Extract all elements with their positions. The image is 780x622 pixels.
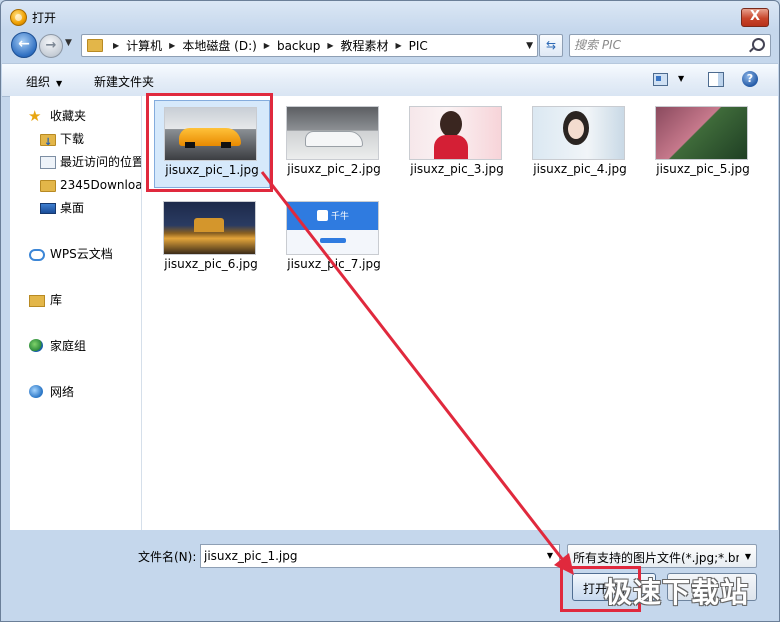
watermark: 极速下载站 bbox=[604, 576, 750, 609]
download-folder-icon bbox=[40, 133, 56, 153]
breadcrumb-backup[interactable]: backup bbox=[277, 39, 320, 53]
address-dropdown-icon[interactable]: ▼ bbox=[526, 41, 533, 51]
breadcrumb-computer[interactable]: 计算机 bbox=[126, 37, 162, 54]
recent-places-icon bbox=[40, 156, 56, 169]
sidebar-item-label: WPS云文档 bbox=[50, 247, 113, 261]
file-type-value: 所有支持的图片文件(*.jpg;*.bn bbox=[573, 551, 739, 565]
sidebar-item-downloads[interactable]: 下载 bbox=[10, 129, 141, 153]
sidebar-item-label: 桌面 bbox=[60, 201, 85, 215]
image-thumbnail bbox=[286, 106, 379, 160]
search-icon[interactable] bbox=[752, 38, 765, 51]
chevron-down-icon[interactable]: ▼ bbox=[547, 551, 553, 560]
network-icon bbox=[29, 385, 43, 398]
image-thumbnail bbox=[163, 201, 256, 255]
sidebar-item-desktop[interactable]: 桌面 bbox=[10, 198, 141, 218]
breadcrumb-pic[interactable]: PIC bbox=[409, 39, 428, 53]
breadcrumb-tutorial-material[interactable]: 教程素材 bbox=[340, 37, 388, 54]
image-thumbnail bbox=[655, 106, 748, 160]
title-bar: 打开 X bbox=[1, 1, 779, 31]
chevron-down-icon: ▼ bbox=[744, 552, 751, 561]
sidebar-item-label: 网络 bbox=[50, 385, 75, 399]
file-tile[interactable]: jisuxz_pic_6.jpg bbox=[154, 195, 268, 281]
chevron-right-icon[interactable]: ▶ bbox=[327, 41, 333, 50]
sidebar-item-label: 下载 bbox=[60, 132, 85, 146]
organize-menu[interactable]: 组织 ▼ bbox=[26, 73, 62, 90]
file-tile[interactable]: 千牛 jisuxz_pic_7.jpg bbox=[277, 195, 391, 281]
forward-button[interactable]: → bbox=[39, 34, 63, 58]
file-name: jisuxz_pic_4.jpg bbox=[533, 162, 627, 176]
sidebar-item-label: 收藏夹 bbox=[50, 109, 87, 123]
file-tile[interactable]: jisuxz_pic_2.jpg bbox=[277, 100, 391, 186]
folder-icon bbox=[40, 180, 56, 192]
folder-icon bbox=[87, 39, 103, 52]
sidebar-item-2345downloads[interactable]: 2345Downloads bbox=[10, 175, 141, 195]
star-icon: ★ bbox=[28, 107, 42, 125]
image-thumbnail bbox=[532, 106, 625, 160]
logo-icon bbox=[317, 210, 328, 221]
change-view-icon[interactable] bbox=[653, 73, 668, 86]
sidebar-item-label: 最近访问的位置 bbox=[60, 155, 142, 169]
chevron-right-icon[interactable]: ▶ bbox=[169, 41, 175, 50]
desktop-icon bbox=[40, 203, 56, 214]
view-dropdown-icon[interactable]: ▼ bbox=[678, 74, 684, 83]
cloud-icon bbox=[29, 249, 45, 261]
image-thumbnail bbox=[409, 106, 502, 160]
file-name: jisuxz_pic_2.jpg bbox=[287, 162, 381, 176]
sidebar-item-homegroup[interactable]: 家庭组 bbox=[10, 336, 141, 356]
image-thumbnail: 千牛 bbox=[286, 201, 379, 255]
chevron-down-icon: ▼ bbox=[56, 79, 63, 88]
filename-input[interactable] bbox=[204, 548, 534, 564]
homegroup-icon bbox=[29, 339, 43, 352]
sidebar-item-network[interactable]: 网络 bbox=[10, 382, 141, 402]
sidebar-item-label: 库 bbox=[50, 293, 63, 307]
chevron-right-icon[interactable]: ▶ bbox=[396, 41, 402, 50]
command-toolbar: 组织 ▼ 新建文件夹 ▼ ? bbox=[2, 63, 778, 97]
app-icon bbox=[10, 9, 27, 26]
navigation-bar: ← → ▼ ▶ 计算机 ▶ 本地磁盘 (D:) ▶ backup ▶ 教程素材 … bbox=[1, 31, 779, 59]
file-list-pane: jisuxz_pic_1.jpg jisuxz_pic_2.jpg jisuxz… bbox=[142, 96, 778, 530]
back-button[interactable]: ← bbox=[11, 32, 37, 58]
sidebar-item-label: 2345Downloads bbox=[60, 178, 142, 192]
breadcrumb: ▶ 计算机 ▶ 本地磁盘 (D:) ▶ backup ▶ 教程素材 ▶ PIC bbox=[106, 35, 428, 56]
search-box[interactable] bbox=[569, 34, 771, 57]
history-dropdown-icon[interactable]: ▼ bbox=[65, 38, 72, 48]
file-name: jisuxz_pic_5.jpg bbox=[656, 162, 750, 176]
preview-pane-icon[interactable] bbox=[708, 72, 724, 87]
thumbnail-text: 千牛 bbox=[331, 212, 350, 222]
file-name: jisuxz_pic_1.jpg bbox=[165, 163, 259, 177]
chevron-right-icon[interactable]: ▶ bbox=[113, 41, 119, 50]
sidebar-item-libraries[interactable]: 库 bbox=[10, 290, 141, 310]
search-input[interactable] bbox=[574, 37, 744, 53]
image-thumbnail bbox=[164, 107, 257, 161]
refresh-button[interactable]: ⇆ bbox=[539, 34, 563, 57]
file-tile[interactable]: jisuxz_pic_1.jpg bbox=[154, 100, 270, 188]
sidebar-item-wps-cloud[interactable]: WPS云文档 bbox=[10, 244, 141, 264]
close-button[interactable]: X bbox=[741, 8, 769, 27]
address-bar[interactable]: ▶ 计算机 ▶ 本地磁盘 (D:) ▶ backup ▶ 教程素材 ▶ PIC … bbox=[81, 34, 538, 57]
file-tile[interactable]: jisuxz_pic_4.jpg bbox=[523, 100, 637, 186]
thumbnail-button-shape bbox=[320, 238, 346, 243]
file-tile[interactable]: jisuxz_pic_5.jpg bbox=[646, 100, 760, 186]
navigation-pane: ★ 收藏夹 下载 最近访问的位置 2345Downloads 桌面 WPS云文档… bbox=[10, 96, 142, 530]
chevron-right-icon[interactable]: ▶ bbox=[264, 41, 270, 50]
file-type-select[interactable]: 所有支持的图片文件(*.jpg;*.bn ▼ bbox=[567, 544, 757, 568]
open-file-dialog: 打开 X ← → ▼ ▶ 计算机 ▶ 本地磁盘 (D:) ▶ backup ▶ … bbox=[0, 0, 780, 622]
filename-label: 文件名(N): bbox=[138, 550, 197, 564]
filename-combobox[interactable]: ▼ bbox=[200, 544, 560, 568]
breadcrumb-drive-d[interactable]: 本地磁盘 (D:) bbox=[182, 37, 256, 54]
sidebar-item-label: 家庭组 bbox=[50, 339, 87, 353]
library-icon bbox=[29, 295, 45, 307]
new-folder-button[interactable]: 新建文件夹 bbox=[94, 73, 154, 90]
sidebar-item-recent-places[interactable]: 最近访问的位置 bbox=[10, 152, 141, 172]
file-tile[interactable]: jisuxz_pic_3.jpg bbox=[400, 100, 514, 186]
file-name: jisuxz_pic_7.jpg bbox=[287, 257, 381, 271]
organize-label: 组织 bbox=[26, 75, 51, 89]
help-icon[interactable]: ? bbox=[742, 71, 758, 87]
file-name: jisuxz_pic_3.jpg bbox=[410, 162, 504, 176]
file-name: jisuxz_pic_6.jpg bbox=[164, 257, 258, 271]
window-title: 打开 bbox=[32, 11, 57, 25]
